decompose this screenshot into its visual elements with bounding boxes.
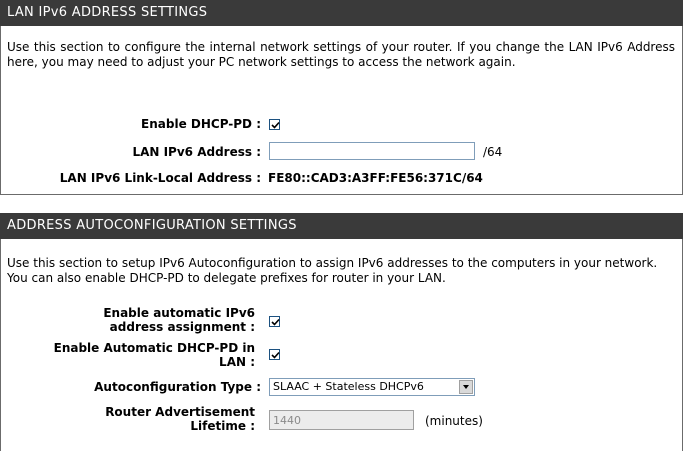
autoconfig-description: Use this section to setup IPv6 Autoconfi…: [7, 256, 658, 285]
auto-ipv6-assignment-checkbox[interactable]: [269, 316, 280, 327]
lan-ipv6-address-label: LAN IPv6 Address :: [132, 145, 261, 159]
lan-ipv6-description: Use this section to configure the intern…: [7, 40, 675, 69]
auto-dhcp-pd-checkbox[interactable]: [269, 349, 280, 360]
autoconfig-section-title: ADDRESS AUTOCONFIGURATION SETTINGS: [7, 218, 297, 233]
auto-dhcp-pd-label-line1: Enable Automatic DHCP-PD in: [53, 341, 255, 355]
ra-lifetime-label: Router Advertisement Lifetime :: [5, 405, 255, 433]
lan-ipv6-section-body: Use this section to configure the intern…: [0, 26, 683, 195]
chevron-down-icon[interactable]: [459, 380, 473, 394]
auto-dhcp-pd-label: Enable Automatic DHCP-PD in LAN :: [5, 341, 255, 369]
enable-dhcp-pd-label: Enable DHCP-PD :: [141, 117, 261, 131]
ra-lifetime-unit: (minutes): [425, 414, 483, 428]
link-local-address-label: LAN IPv6 Link-Local Address :: [59, 171, 261, 185]
lan-ipv6-section-title: LAN IPv6 ADDRESS SETTINGS: [7, 5, 208, 20]
checkmark-icon: [271, 121, 280, 129]
auto-ipv6-assignment-label-line2: address assignment :: [109, 320, 255, 334]
autoconfig-type-select[interactable]: SLAAC + Stateless DHCPv6: [269, 378, 475, 396]
lan-ipv6-address-input[interactable]: [269, 142, 475, 160]
checkmark-icon: [271, 318, 280, 326]
ra-lifetime-label-line2: Lifetime :: [190, 419, 255, 433]
auto-ipv6-assignment-label: Enable automatic IPv6 address assignment…: [5, 306, 255, 334]
ra-lifetime-input[interactable]: [269, 410, 414, 430]
autoconfig-type-label: Autoconfiguration Type :: [94, 380, 261, 394]
autoconfig-section-body: Use this section to setup IPv6 Autoconfi…: [0, 239, 683, 451]
checkmark-icon: [271, 351, 280, 359]
autoconfig-section-header: ADDRESS AUTOCONFIGURATION SETTINGS: [0, 213, 683, 239]
auto-ipv6-assignment-label-line1: Enable automatic IPv6: [103, 306, 255, 320]
link-local-address-value: FE80::CAD3:A3FF:FE56:371C/64: [268, 171, 483, 185]
lan-ipv6-section-header: LAN IPv6 ADDRESS SETTINGS: [0, 0, 683, 26]
prefix-length-suffix: /64: [483, 145, 503, 159]
autoconfig-type-selected-value: SLAAC + Stateless DHCPv6: [273, 380, 424, 393]
enable-dhcp-pd-checkbox[interactable]: [269, 119, 280, 130]
ra-lifetime-label-line1: Router Advertisement: [105, 405, 255, 419]
auto-dhcp-pd-label-line2: LAN :: [219, 355, 255, 369]
